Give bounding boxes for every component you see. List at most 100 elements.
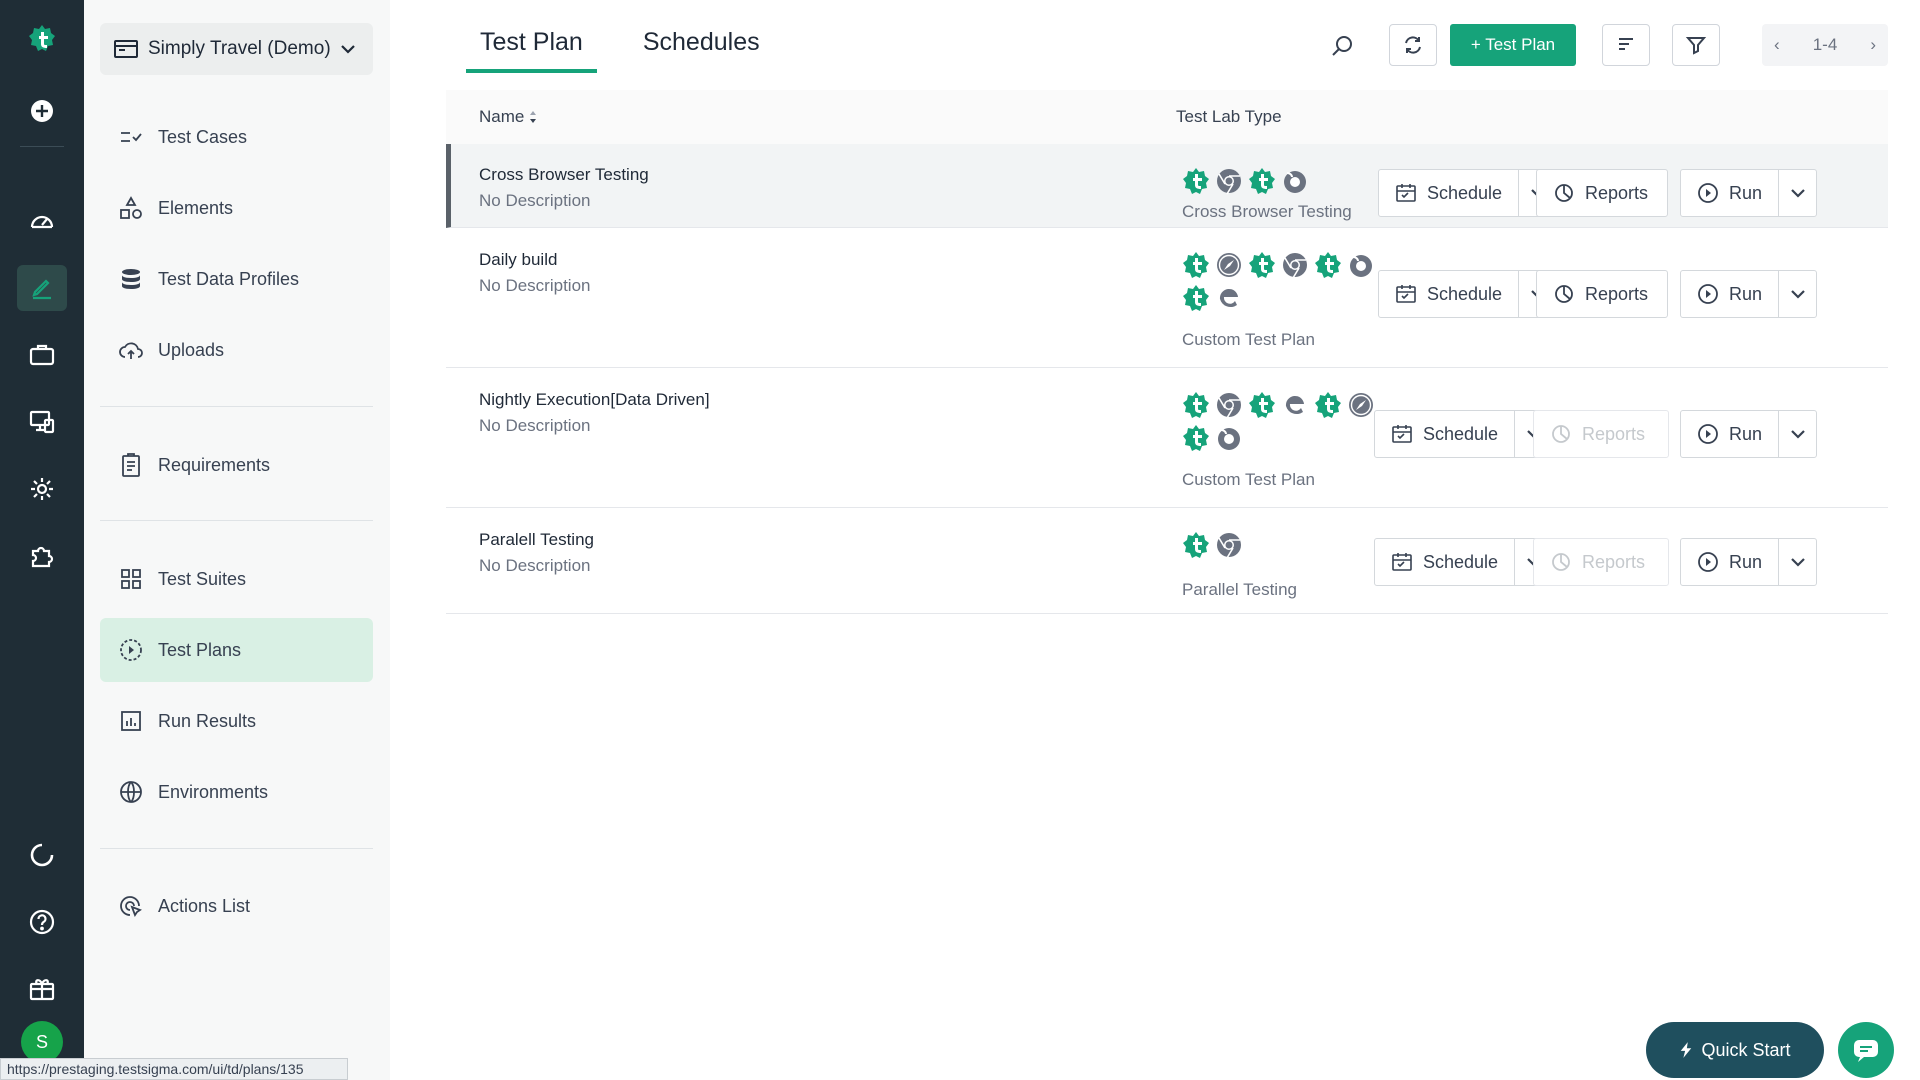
tab-test-plan[interactable]: Test Plan [466,24,597,73]
testsigma-logo-icon[interactable] [17,16,67,62]
play-icon [1698,424,1718,444]
filter-icon [1685,37,1707,55]
testsigma-icon [1179,528,1212,561]
row-name[interactable]: Cross Browser Testing [479,165,649,185]
sidebar-item-test-suites[interactable]: Test Suites [100,547,373,611]
testsigma-icon [1179,164,1212,197]
reports-button[interactable]: Reports [1536,270,1668,318]
avatar[interactable]: S [21,1021,63,1063]
loading-icon[interactable] [17,832,67,878]
quick-start-label: Quick Start [1701,1039,1791,1060]
schedule-label: Schedule [1427,283,1503,304]
browser-icons [1179,528,1379,561]
reports-button[interactable]: Reports [1536,169,1668,217]
database-icon [122,269,140,289]
sidebar-item-run-results[interactable]: Run Results [100,689,373,753]
status-bar-url: https://prestaging.testsigma.com/ui/td/p… [0,1058,348,1080]
filter-button[interactable] [1672,24,1720,66]
sort-arrows-icon [530,111,537,123]
gear-icon[interactable] [17,466,67,512]
clipboard-icon [122,453,140,477]
sidebar-item-label: Environments [158,781,269,802]
reports-button[interactable]: Reports [1533,538,1669,586]
test-cases-icon [121,132,142,142]
chevron-left-icon[interactable]: ‹ [1774,35,1780,55]
row-lab-type: Cross Browser Testing [1182,202,1352,221]
table-row[interactable]: Daily build No Description Custom Test Pla… [446,228,1888,368]
pie-chart-icon [1555,184,1573,202]
gift-icon[interactable] [17,966,67,1012]
sidebar-item-label: Requirements [158,454,271,475]
chevron-down-icon [1790,558,1805,567]
run-label: Run [1729,423,1763,444]
play-circle-icon [120,639,142,661]
column-name[interactable]: Name [479,107,538,127]
calendar-icon [1392,425,1412,443]
quick-start-button[interactable]: Quick Start [1646,1022,1824,1078]
row-description: No Description [479,416,591,435]
sidebar-item-label: Test Plans [158,639,242,660]
schedule-button[interactable]: Schedule [1378,270,1558,318]
run-dropdown[interactable] [1778,411,1816,457]
schedule-button[interactable]: Schedule [1374,538,1554,586]
help-icon[interactable] [17,899,67,945]
refresh-button[interactable] [1389,24,1437,66]
run-button[interactable]: Run [1680,538,1818,586]
testsigma-icon [1179,388,1212,421]
add-test-plan-button[interactable]: + Test Plan [1450,24,1576,66]
chevron-down-icon[interactable] [337,38,359,60]
chat-button[interactable] [1838,1022,1894,1078]
run-dropdown[interactable] [1778,271,1816,317]
dashboard-icon[interactable] [17,198,67,244]
sidebar-item-actions-list[interactable]: Actions List [100,874,373,938]
run-button[interactable]: Run [1680,270,1818,318]
sort-button[interactable] [1602,24,1650,66]
chevron-right-icon[interactable]: › [1870,35,1876,55]
create-tests-icon[interactable] [17,265,67,311]
run-dropdown[interactable] [1778,539,1816,585]
run-button[interactable]: Run [1680,169,1818,217]
calendar-icon [1396,285,1416,303]
briefcase-icon[interactable] [17,332,67,378]
pie-chart-icon [1555,285,1573,303]
add-icon[interactable] [17,88,67,134]
grid-icon [121,569,141,589]
tab-schedules[interactable]: Schedules [629,24,774,73]
row-name[interactable]: Nightly Execution[Data Driven] [479,390,710,410]
refresh-icon [1405,36,1421,54]
browser-icons [1179,164,1379,197]
schedule-label: Schedule [1423,551,1499,572]
schedule-button[interactable]: Schedule [1378,169,1558,217]
testsigma-icon [1179,281,1212,314]
sort-icon [1619,38,1633,50]
schedule-button[interactable]: Schedule [1374,410,1554,458]
sidebar-item-uploads[interactable]: Uploads [100,318,373,382]
search-button[interactable] [1325,29,1359,63]
row-name[interactable]: Paralell Testing [479,530,594,550]
run-button[interactable]: Run [1680,410,1818,458]
testsigma-icon [1179,421,1212,454]
row-name[interactable]: Daily build [479,250,557,270]
sidebar-item-elements[interactable]: Elements [100,176,373,240]
testsigma-icon [1179,248,1212,281]
sidebar-item-test-cases[interactable]: Test Cases [100,105,373,169]
table-row[interactable]: Cross Browser Testing No Description Cross… [446,144,1888,228]
lightning-icon [1681,1042,1692,1058]
table-row[interactable]: Paralell Testing No Description Parallel T… [446,508,1888,614]
run-label: Run [1729,182,1763,203]
run-dropdown[interactable] [1778,170,1816,216]
puzzle-icon[interactable] [17,533,67,579]
table-row[interactable]: Nightly Execution[Data Driven] No Descrip… [446,368,1888,508]
device-icon[interactable] [17,399,67,445]
workspace-selector[interactable]: Simply Travel (Demo) [100,23,373,75]
sidebar-item-test-data-profiles[interactable]: Test Data Profiles [100,247,373,311]
sidebar-item-environments[interactable]: Environments [100,760,373,824]
reports-button[interactable]: Reports [1533,410,1669,458]
testsigma-icon [1245,388,1278,421]
chevron-down-icon [1790,189,1805,198]
row-lab-type: Custom Test Plan [1182,470,1315,489]
sidebar-item-requirements[interactable]: Requirements [100,433,373,497]
sidebar-item-test-plans[interactable]: Test Plans [100,618,373,682]
sidebar-item-label: Run Results [158,710,257,731]
reports-label: Reports [1582,551,1646,572]
